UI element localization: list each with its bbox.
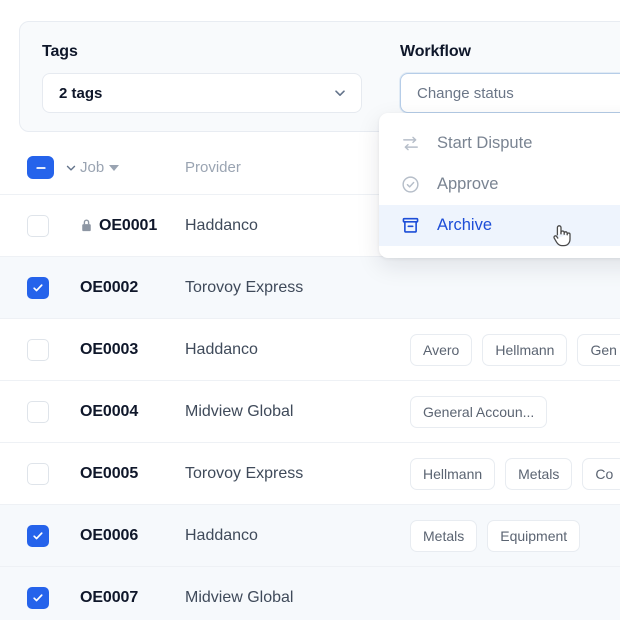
tag-chip[interactable]: Gen [577, 333, 620, 366]
menu-item-label: Approve [437, 175, 499, 194]
row-checkbox[interactable] [27, 524, 49, 547]
tag-chip[interactable]: Metals [410, 519, 478, 552]
provider-name: Haddanco [185, 340, 258, 358]
menu-item-label: Archive [437, 216, 493, 235]
column-header-job-label: Job [80, 159, 105, 176]
swap-arrows-icon [400, 133, 421, 154]
select-all-chevron-down-icon[interactable] [64, 161, 78, 175]
row-select-cell [0, 462, 80, 485]
tag-chip[interactable]: Hellmann [482, 333, 568, 366]
row-job-cell: OE0006 [80, 527, 185, 545]
menu-item-approve[interactable]: Approve [379, 164, 620, 205]
table-row[interactable]: OE0006 Haddanco Metals Equipment [0, 505, 620, 567]
row-select-cell [0, 338, 80, 361]
row-job-cell: OE0007 [80, 589, 185, 607]
row-tags: Metals Equipment [410, 519, 620, 552]
check-circle-icon [400, 174, 421, 195]
provider-name: Torovoy Express [185, 278, 304, 296]
tag-chip[interactable]: General Accoun... [410, 395, 548, 428]
job-id: OE0005 [80, 464, 139, 482]
row-tags: Avero Hellmann Gen [410, 333, 620, 366]
tags-filter-group: Tags 2 tags [42, 42, 362, 131]
row-job-cell: OE0005 [80, 465, 185, 483]
tag-chip[interactable]: Co [582, 457, 620, 490]
menu-item-archive[interactable]: Archive [379, 205, 620, 246]
select-all-checkbox[interactable] [27, 156, 54, 179]
row-select-cell [0, 276, 80, 299]
lock-icon [80, 218, 93, 233]
column-header-provider-label: Provider [185, 159, 241, 176]
provider-name: Torovoy Express [185, 464, 304, 482]
workflow-status-placeholder: Change status [417, 84, 514, 102]
row-job-cell: OE0004 [80, 403, 185, 421]
job-id: OE0002 [80, 278, 139, 296]
row-checkbox[interactable] [27, 462, 49, 485]
table-row[interactable]: OE0003 Haddanco Avero Hellmann Gen [0, 319, 620, 381]
workflow-status-dropdown: Start Dispute Approve Archive [379, 113, 620, 258]
row-job-cell: OE0001 [80, 217, 185, 235]
tags-select-value: 2 tags [59, 84, 103, 102]
row-checkbox[interactable] [27, 400, 49, 423]
tags-filter-label: Tags [42, 43, 78, 60]
menu-item-label: Start Dispute [437, 134, 533, 153]
tag-chip[interactable]: Metals [505, 457, 573, 490]
row-tags: General Accoun... [410, 395, 620, 428]
provider-name: Haddanco [185, 216, 258, 234]
menu-item-start-dispute[interactable]: Start Dispute [379, 123, 620, 164]
workflow-status-input[interactable]: Change status [400, 73, 620, 113]
provider-name: Midview Global [185, 402, 294, 420]
select-all-cell [0, 156, 80, 179]
sort-descending-icon [109, 164, 120, 171]
table-row[interactable]: OE0007 Midview Global [0, 567, 620, 620]
row-job-cell: OE0002 [80, 279, 185, 297]
job-id: OE0001 [99, 216, 158, 234]
tag-chip[interactable]: Hellmann [410, 457, 496, 490]
chevron-down-icon [332, 85, 348, 101]
row-checkbox[interactable] [27, 586, 49, 609]
row-checkbox[interactable] [27, 276, 49, 299]
provider-name: Haddanco [185, 526, 258, 544]
workflow-filter-label: Workflow [400, 43, 471, 60]
row-checkbox[interactable] [27, 214, 49, 237]
job-id: OE0004 [80, 402, 139, 420]
tag-chip[interactable]: Avero [410, 333, 473, 366]
row-select-cell [0, 524, 80, 547]
provider-name: Midview Global [185, 588, 294, 606]
tags-select[interactable]: 2 tags [42, 73, 362, 113]
job-id: OE0006 [80, 526, 139, 544]
column-header-provider[interactable]: Provider [185, 159, 410, 176]
archive-box-icon [400, 215, 421, 236]
row-tags: Hellmann Metals Co [410, 457, 620, 490]
row-checkbox[interactable] [27, 338, 49, 361]
table-row[interactable]: OE0005 Torovoy Express Hellmann Metals C… [0, 443, 620, 505]
row-select-cell [0, 586, 80, 609]
column-header-job[interactable]: Job [80, 159, 185, 176]
tag-chip[interactable]: Equipment [487, 519, 581, 552]
job-id: OE0007 [80, 588, 139, 606]
row-select-cell [0, 214, 80, 237]
row-job-cell: OE0003 [80, 341, 185, 359]
table-row[interactable]: OE0004 Midview Global General Accoun... [0, 381, 620, 443]
table-row[interactable]: OE0002 Torovoy Express [0, 257, 620, 319]
row-select-cell [0, 400, 80, 423]
job-id: OE0003 [80, 340, 139, 358]
